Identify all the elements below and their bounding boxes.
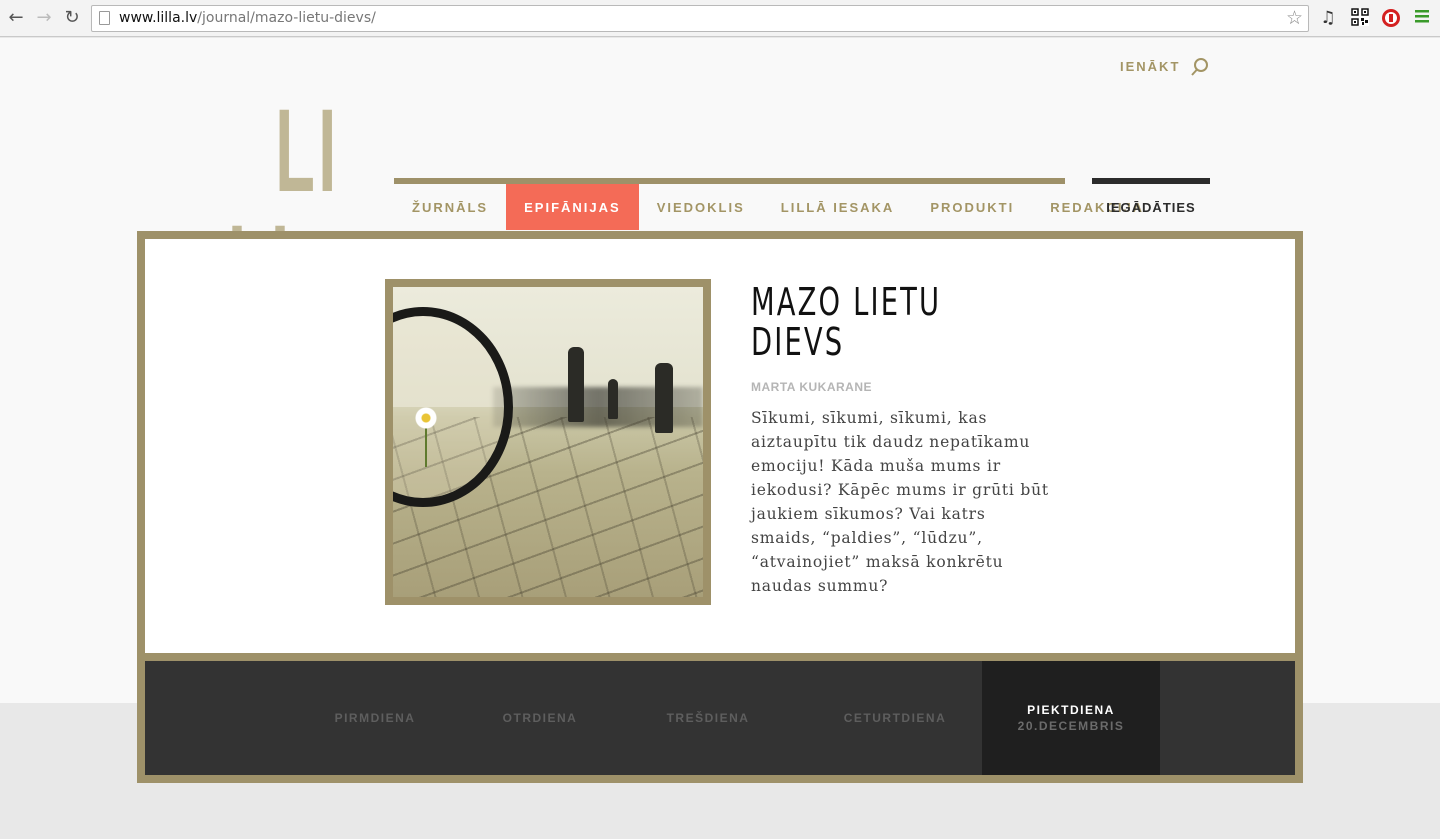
day-selector-inner: PIRMDIENA OTRDIENA TREŠDIENA CETURTDIENA… bbox=[145, 661, 1295, 775]
main-menu: ŽURNĀLS EPIFĀNIJAS VIEDOKLIS LILLĀ IESAK… bbox=[394, 184, 1162, 230]
article-card bbox=[137, 231, 1303, 661]
menu-item-produkti[interactable]: PRODUKTI bbox=[912, 184, 1032, 230]
menu-item-zurnals[interactable]: ŽURNĀLS bbox=[394, 184, 506, 230]
article-photo bbox=[393, 287, 703, 597]
reload-icon[interactable]: ↻ bbox=[62, 8, 82, 28]
url-host: www.lilla.lv bbox=[119, 10, 198, 26]
logo-line: LI bbox=[275, 85, 340, 217]
day-tab-wednesday[interactable]: TREŠDIENA bbox=[653, 661, 763, 775]
day-tab-monday[interactable]: PIRMDIENA bbox=[320, 661, 430, 775]
menu-icon[interactable] bbox=[1412, 8, 1432, 28]
buy-button[interactable]: IEGĀDĀTIES bbox=[1092, 184, 1210, 230]
page-icon bbox=[99, 11, 110, 25]
search-icon[interactable] bbox=[1190, 57, 1210, 77]
back-arrow-icon[interactable]: ← bbox=[6, 8, 26, 28]
adblock-icon[interactable] bbox=[1381, 8, 1401, 28]
day-tab-thursday[interactable]: CETURTDIENA bbox=[830, 661, 960, 775]
day-label: PIRMDIENA bbox=[334, 711, 416, 725]
day-label: CETURTDIENA bbox=[843, 711, 947, 725]
day-tab-friday[interactable]: PIEKTDIENA 20.DECEMBRIS bbox=[982, 661, 1160, 775]
day-selector: PIRMDIENA OTRDIENA TREŠDIENA CETURTDIENA… bbox=[137, 653, 1303, 783]
menu-item-epifanijas[interactable]: EPIFĀNIJAS bbox=[506, 184, 639, 230]
day-label: OTRDIENA bbox=[502, 711, 578, 725]
day-label: PIEKTDIENA bbox=[1027, 703, 1115, 717]
article-author[interactable]: MARTA KUKARANE bbox=[751, 380, 872, 394]
article-title-line: MAZO LIETU bbox=[751, 280, 942, 324]
music-note-icon[interactable]: ♫ bbox=[1318, 8, 1338, 28]
bookmark-star-icon[interactable]: ☆ bbox=[1286, 7, 1303, 29]
address-bar[interactable]: www.lilla.lv/journal/mazo-lietu-dievs/ ☆ bbox=[91, 5, 1309, 32]
article-excerpt: Sīkumi, sīkumi, sīkumi, kas aiztaupītu t… bbox=[751, 409, 1049, 595]
url-path: /journal/mazo-lietu-dievs/ bbox=[197, 10, 376, 26]
day-tab-tuesday[interactable]: OTRDIENA bbox=[485, 661, 595, 775]
day-label: TREŠDIENA bbox=[666, 711, 750, 725]
article-image[interactable] bbox=[385, 279, 711, 605]
forward-arrow-icon[interactable]: → bbox=[34, 8, 54, 28]
article-title[interactable]: MAZO LIETU DIEVS bbox=[751, 282, 941, 362]
menu-item-viedoklis[interactable]: VIEDOKLIS bbox=[639, 184, 763, 230]
browser-toolbar: ← → ↻ www.lilla.lv/journal/mazo-lietu-di… bbox=[0, 0, 1440, 37]
url-text: www.lilla.lv/journal/mazo-lietu-dievs/ bbox=[119, 10, 376, 26]
login-link[interactable]: IENĀKT bbox=[1120, 59, 1180, 74]
day-date: 20.DECEMBRIS bbox=[1017, 719, 1125, 733]
menu-item-lilla-iesaka[interactable]: LILLĀ IESAKA bbox=[763, 184, 913, 230]
article-title-line: DIEVS bbox=[751, 320, 845, 364]
qr-code-icon[interactable] bbox=[1350, 8, 1370, 28]
